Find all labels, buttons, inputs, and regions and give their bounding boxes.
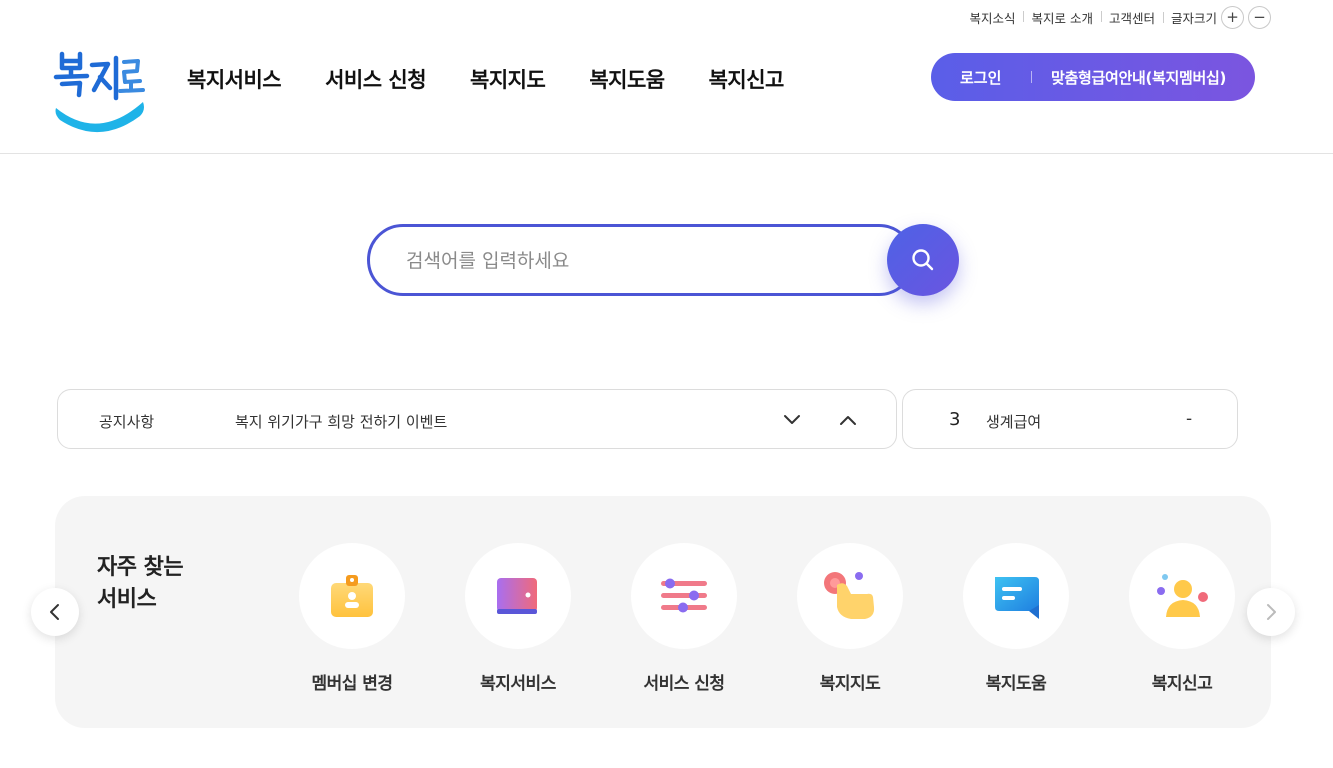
font-size-label: 글자크기: [1170, 11, 1217, 26]
nav-welfare-report[interactable]: 복지신고: [709, 64, 785, 94]
section-title: 자주 찾는 서비스: [97, 552, 184, 616]
chevron-right-icon: [1267, 604, 1276, 620]
title-line: 서비스: [97, 587, 157, 612]
sliders-icon: [661, 578, 707, 613]
service-label: 멤버십 변경: [311, 674, 393, 694]
search-input[interactable]: [406, 247, 846, 275]
frequent-services-panel: 자주 찾는 서비스 멤버십 변경 복지서비스 서비스 신청 복지지도 복지도움 …: [55, 496, 1271, 728]
service-label: 복지서비스: [480, 674, 556, 694]
icon-circle: [1129, 543, 1235, 649]
util-link-about[interactable]: 복지로 소개: [1023, 8, 1100, 27]
service-welfare-report[interactable]: 복지신고: [1112, 543, 1252, 694]
service-welfare-help[interactable]: 복지도움: [946, 543, 1086, 694]
minus-icon: −: [1253, 8, 1266, 26]
plus-icon: +: [1226, 8, 1239, 26]
service-label: 복지신고: [1151, 674, 1213, 694]
service-membership-change[interactable]: 멤버십 변경: [282, 543, 422, 694]
service-label: 복지지도: [819, 674, 881, 694]
font-plus-button[interactable]: +: [1221, 6, 1244, 29]
service-label: 서비스 신청: [643, 674, 725, 694]
icon-circle: [299, 543, 405, 649]
chat-icon: [995, 577, 1039, 619]
login-button[interactable]: 로그인: [931, 67, 1031, 88]
search-button[interactable]: [887, 224, 959, 296]
title-line: 자주 찾는: [97, 555, 184, 580]
wallet-icon: [497, 578, 537, 614]
main-nav: 복지서비스 서비스 신청 복지지도 복지도움 복지신고: [187, 64, 784, 94]
chevron-up-icon: [840, 416, 856, 425]
service-label: 복지도움: [985, 674, 1047, 694]
nav-welfare-help[interactable]: 복지도움: [589, 64, 665, 94]
nav-welfare-service[interactable]: 복지서비스: [187, 64, 282, 94]
popular-keyword-bar: 3 생계급여 -: [902, 389, 1238, 449]
search-box: [367, 224, 915, 296]
keyword-change: -: [1186, 409, 1193, 429]
icon-circle: [465, 543, 571, 649]
user-box: 로그인 맞춤형급여안내(복지멤버십): [931, 53, 1255, 101]
chevron-left-icon: [50, 604, 59, 620]
search-icon: [912, 249, 934, 271]
nav-welfare-map[interactable]: 복지지도: [470, 64, 546, 94]
keyword-rank: 3: [949, 409, 961, 430]
utility-bar: 복지소식 복지로 소개 고객센터 글자크기 + −: [961, 6, 1271, 29]
person-icon: [1157, 574, 1208, 617]
carousel-next-button[interactable]: [1247, 588, 1295, 636]
nav-service-apply[interactable]: 서비스 신청: [325, 64, 426, 94]
service-welfare-service[interactable]: 복지서비스: [448, 543, 588, 694]
chevron-down-icon: [784, 415, 800, 424]
logo-mark: [53, 51, 145, 133]
notice-label: 공지사항: [99, 413, 155, 431]
site-logo[interactable]: [50, 50, 150, 136]
icon-circle: [963, 543, 1069, 649]
notice-next-button[interactable]: [780, 408, 804, 432]
icon-circle: [797, 543, 903, 649]
pointer-icon: [824, 572, 875, 619]
notice-bar: 공지사항 복지 위기가구 희망 전하기 이벤트: [57, 389, 897, 449]
keyword-text[interactable]: 생계급여: [986, 411, 1041, 432]
font-minus-button[interactable]: −: [1248, 6, 1271, 29]
util-link-support[interactable]: 고객센터: [1100, 8, 1163, 27]
font-size-control: 글자크기 + −: [1162, 6, 1271, 29]
service-apply[interactable]: 서비스 신청: [614, 543, 754, 694]
badge-icon: [331, 575, 373, 617]
notice-text[interactable]: 복지 위기가구 희망 전하기 이벤트: [235, 411, 447, 432]
carousel-prev-button[interactable]: [31, 588, 79, 636]
icon-circle: [631, 543, 737, 649]
header-divider: [0, 153, 1333, 154]
notice-prev-button[interactable]: [836, 408, 860, 432]
membership-guide-button[interactable]: 맞춤형급여안내(복지멤버십): [1032, 67, 1226, 88]
util-link-news[interactable]: 복지소식: [961, 8, 1023, 27]
service-welfare-map[interactable]: 복지지도: [780, 543, 920, 694]
